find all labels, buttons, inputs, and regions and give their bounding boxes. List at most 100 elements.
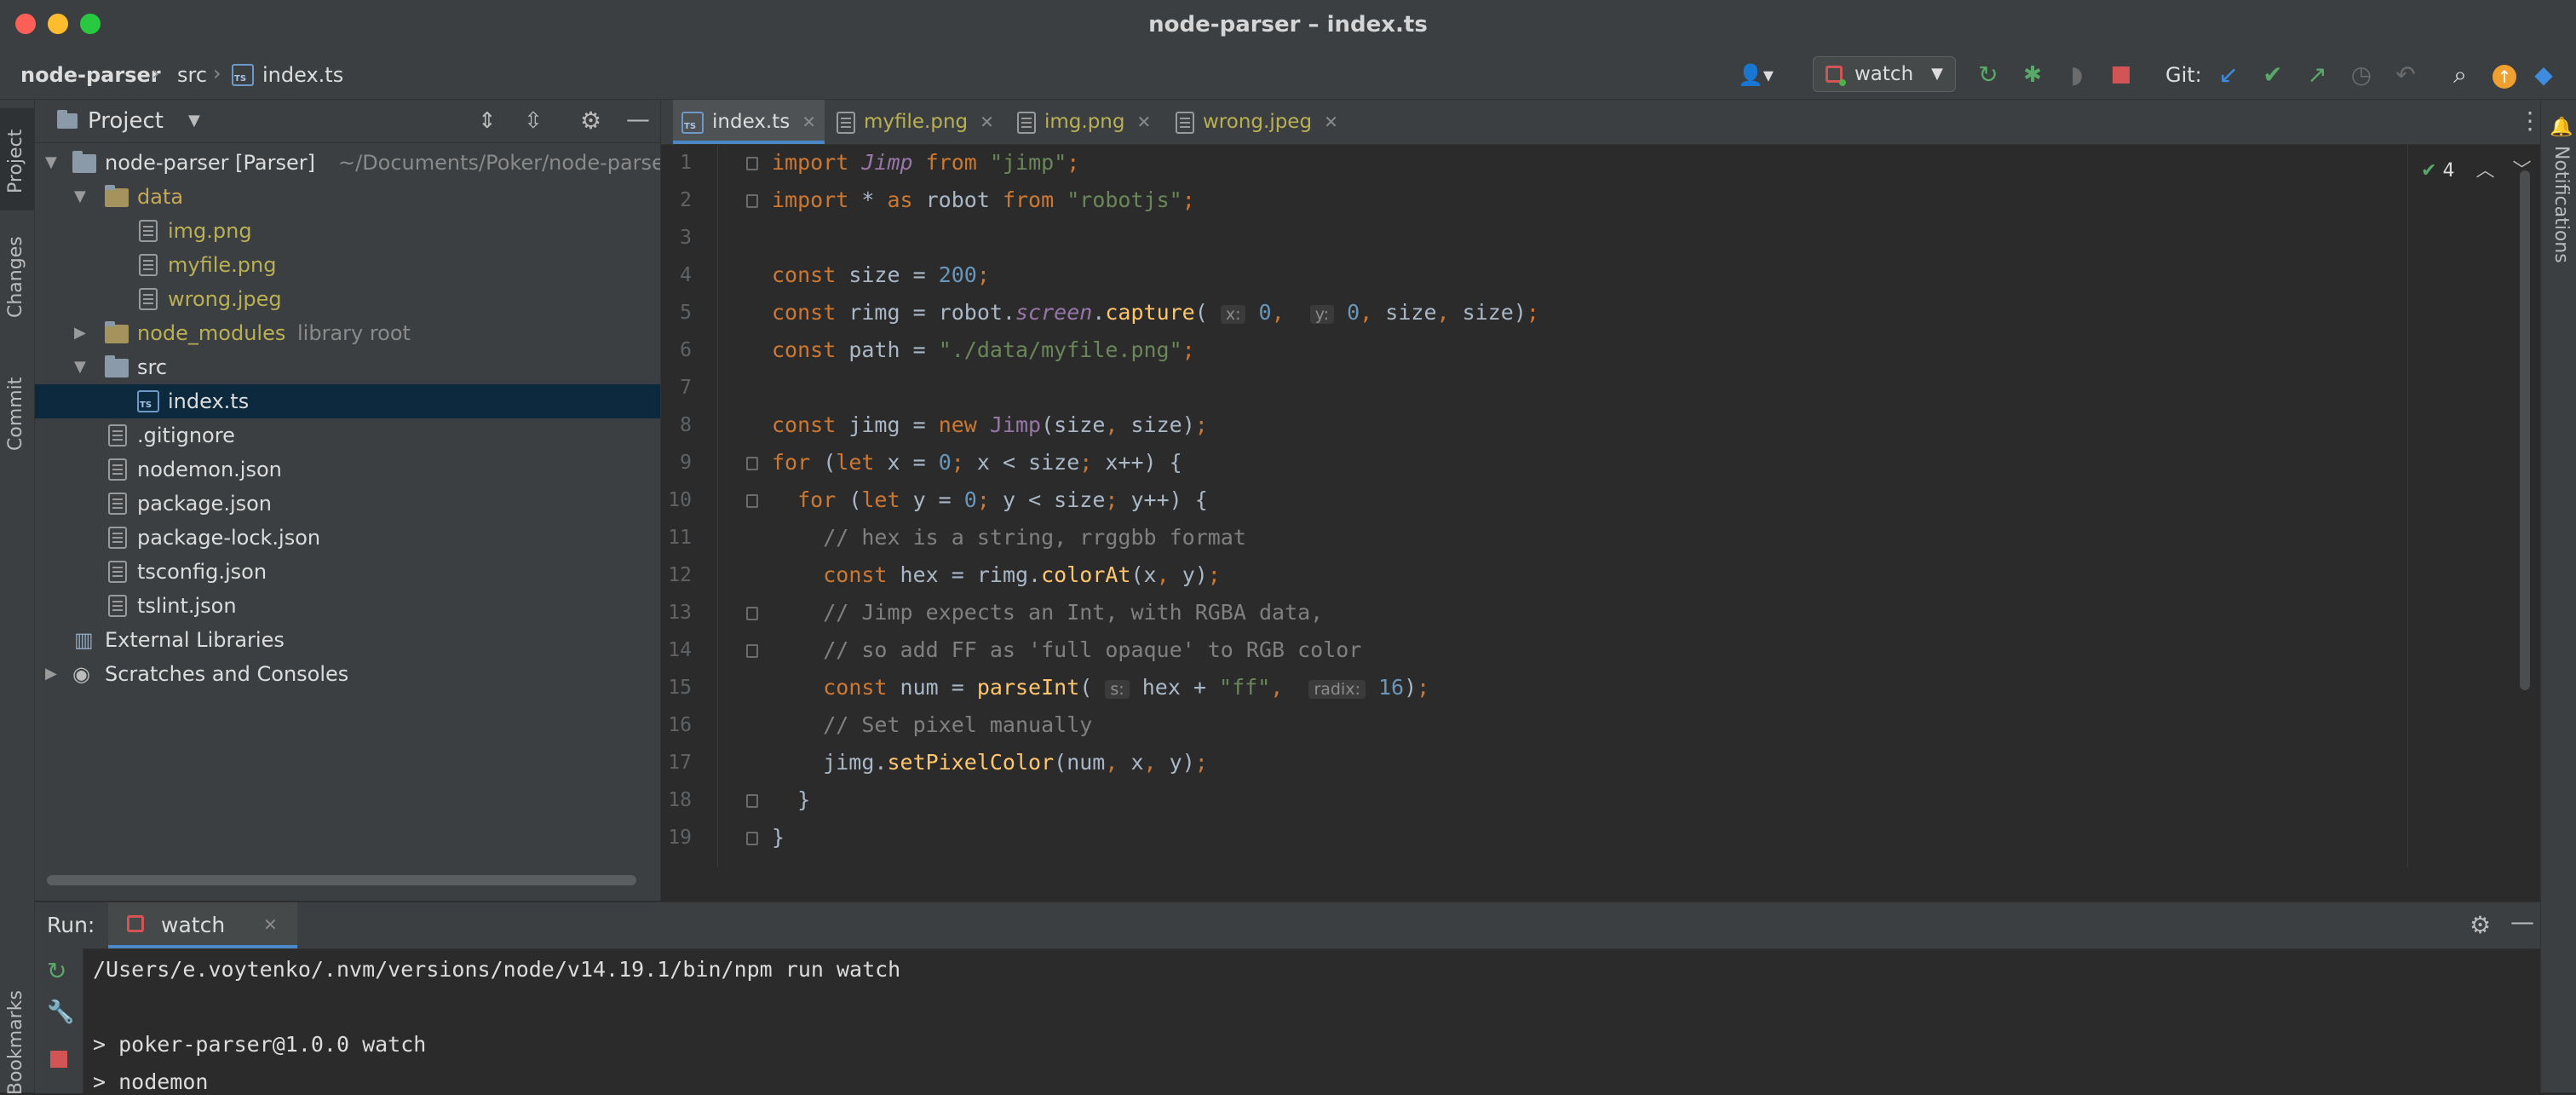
expand-all-icon[interactable]: ⇕ (478, 108, 497, 134)
chevron-up-icon[interactable]: ︿ (2475, 160, 2494, 182)
git-update-icon[interactable]: ↙ (2215, 61, 2242, 89)
chevron-down-icon: ▼ (74, 358, 86, 376)
tree-item-data[interactable]: ▼ data (35, 180, 660, 214)
fold-marker-icon[interactable] (746, 194, 758, 208)
close-icon[interactable]: ✕ (263, 914, 278, 935)
fold-marker-icon[interactable] (746, 832, 758, 845)
coverage-icon[interactable]: ◗ (2063, 61, 2090, 89)
fold-marker-icon[interactable] (746, 794, 758, 808)
close-icon[interactable]: ✕ (1324, 112, 1338, 132)
fold-marker-icon[interactable] (746, 644, 758, 658)
stop-icon[interactable] (2107, 61, 2135, 89)
tree-item-tslint[interactable]: tslint.json (35, 589, 660, 623)
run-tab-watch[interactable]: watch ✕ (108, 902, 297, 948)
bookmarks-tool-tab[interactable]: Bookmarks (5, 990, 26, 1095)
right-margin-guide (2407, 145, 2408, 867)
tab-wrong-jpeg[interactable]: wrong.jpeg ✕ (1176, 100, 1338, 144)
collapse-all-icon[interactable]: ⇳ (524, 108, 543, 134)
tree-item-package[interactable]: package.json (35, 487, 660, 521)
folder-icon (105, 321, 129, 343)
gear-icon[interactable]: ⚙ (2470, 911, 2491, 939)
debug-icon[interactable]: ✱ (2019, 61, 2046, 89)
line-number: 14 (668, 639, 692, 661)
chevron-down-icon: ▼ (74, 187, 86, 205)
rerun-icon[interactable]: ↻ (1975, 61, 2002, 89)
commit-tool-tab[interactable]: Commit (5, 377, 26, 451)
tree-item-img[interactable]: img.png (35, 214, 660, 248)
project-panel-header: Project ▼ ⇕ ⇳ ⚙ — (35, 100, 660, 143)
title-bar: node-parser – index.ts (0, 0, 2576, 52)
gutter-divider (717, 145, 718, 867)
breadcrumb-file[interactable]: index.ts (262, 63, 343, 87)
inspection-widget[interactable]: ✔ 4 ︿ ﹀ (2421, 155, 2531, 182)
line-number: 5 (680, 302, 692, 324)
tree-item-node-modules[interactable]: ▶ node_modules library root (35, 316, 660, 350)
line-number: 8 (680, 414, 692, 436)
tree-item-myfile[interactable]: myfile.png (35, 248, 660, 282)
breadcrumb-separator: › (213, 61, 221, 85)
horizontal-scrollbar[interactable] (47, 875, 636, 885)
close-icon[interactable]: ✕ (802, 112, 816, 132)
code-line: import * as robot from "robotjs"; (772, 187, 1195, 212)
project-tool-tab[interactable]: Project (0, 108, 34, 210)
tree-item-nodemon[interactable]: nodemon.json (35, 452, 660, 487)
hide-panel-icon[interactable]: — (2510, 908, 2534, 936)
git-push-icon[interactable]: ↗ (2303, 61, 2331, 89)
tree-item-label: package-lock.json (137, 526, 321, 550)
gear-icon[interactable]: ⚙ (580, 107, 601, 135)
more-options-icon[interactable]: ⋮ (2518, 107, 2542, 135)
tab-img-png[interactable]: img.png ✕ (1017, 100, 1151, 144)
git-rollback-icon[interactable]: ↶ (2392, 61, 2419, 89)
param-hint: y: (1309, 305, 1335, 324)
run-config-selector[interactable]: watch ▼ (1813, 56, 1956, 92)
tree-item-index[interactable]: index.ts (35, 384, 660, 418)
console-line: > poker-parser@1.0.0 watch (93, 1032, 427, 1057)
user-icon[interactable]: 👤▾ (1738, 60, 1774, 90)
fold-marker-icon[interactable] (746, 607, 758, 620)
stop-icon[interactable] (50, 1051, 67, 1068)
hide-panel-icon[interactable]: — (626, 105, 650, 133)
line-number: 17 (668, 752, 692, 774)
fold-marker-icon[interactable] (746, 457, 758, 470)
bell-icon[interactable]: 🔔 (2550, 117, 2573, 138)
project-panel-title[interactable]: Project (88, 108, 164, 134)
tree-item-scratches[interactable]: ▶ ◉ Scratches and Consoles (35, 657, 660, 691)
notifications-tool-tab[interactable]: Notifications (2550, 146, 2572, 263)
line-number: 13 (668, 602, 692, 624)
close-icon[interactable]: ✕ (980, 112, 994, 132)
close-icon[interactable]: ✕ (1136, 112, 1151, 132)
wrench-icon[interactable]: 🔧 (47, 1000, 74, 1025)
code-line: // Jimp expects an Int, with RGBA data, (823, 600, 1324, 625)
fold-marker-icon[interactable] (746, 157, 758, 170)
code-line: const path = "./data/myfile.png"; (772, 337, 1195, 362)
breadcrumb-folder[interactable]: src (177, 63, 207, 87)
tree-item-tsconfig[interactable]: tsconfig.json (35, 555, 660, 589)
tree-item-wrong[interactable]: wrong.jpeg (35, 282, 660, 316)
ide-logo-icon[interactable]: ◆ (2530, 61, 2557, 89)
json-file-icon (108, 561, 127, 583)
tree-item-gitignore[interactable]: .gitignore (35, 418, 660, 452)
tree-item-external-libraries[interactable]: ▥ External Libraries (35, 623, 660, 657)
tree-item-label: package.json (137, 492, 273, 516)
vertical-scrollbar[interactable] (2520, 170, 2530, 690)
tree-item-root[interactable]: ▼ node-parser [Parser] ~/Documents/Poker… (35, 146, 660, 180)
tree-item-label: tsconfig.json (137, 560, 267, 584)
changes-tool-tab[interactable]: Changes (5, 236, 26, 318)
tab-index-ts[interactable]: index.ts ✕ (673, 100, 825, 144)
rerun-icon[interactable]: ↻ (47, 957, 66, 985)
run-config-label: watch (1854, 63, 1914, 85)
tab-myfile-png[interactable]: myfile.png ✕ (837, 100, 994, 144)
search-icon[interactable]: ⌕ (2447, 61, 2474, 89)
line-number: 16 (668, 714, 692, 736)
updates-icon[interactable]: ↑ (2491, 61, 2518, 89)
chevron-down-icon[interactable]: ▼ (188, 112, 200, 130)
breadcrumb-project[interactable]: node-parser (20, 63, 161, 87)
chevron-down-icon: ▼ (45, 153, 57, 171)
tree-item-src[interactable]: ▼ src (35, 350, 660, 384)
tree-item-package-lock[interactable]: package-lock.json (35, 521, 660, 555)
code-editor[interactable]: ✔ 4 ︿ ﹀ 1 2 3 4 5 6 7 8 9 10 11 12 13 14… (661, 145, 2540, 867)
git-history-icon[interactable]: ◷ (2348, 61, 2375, 89)
git-commit-icon[interactable]: ✔ (2259, 61, 2286, 89)
fold-marker-icon[interactable] (746, 494, 758, 508)
line-number: 2 (680, 189, 692, 211)
